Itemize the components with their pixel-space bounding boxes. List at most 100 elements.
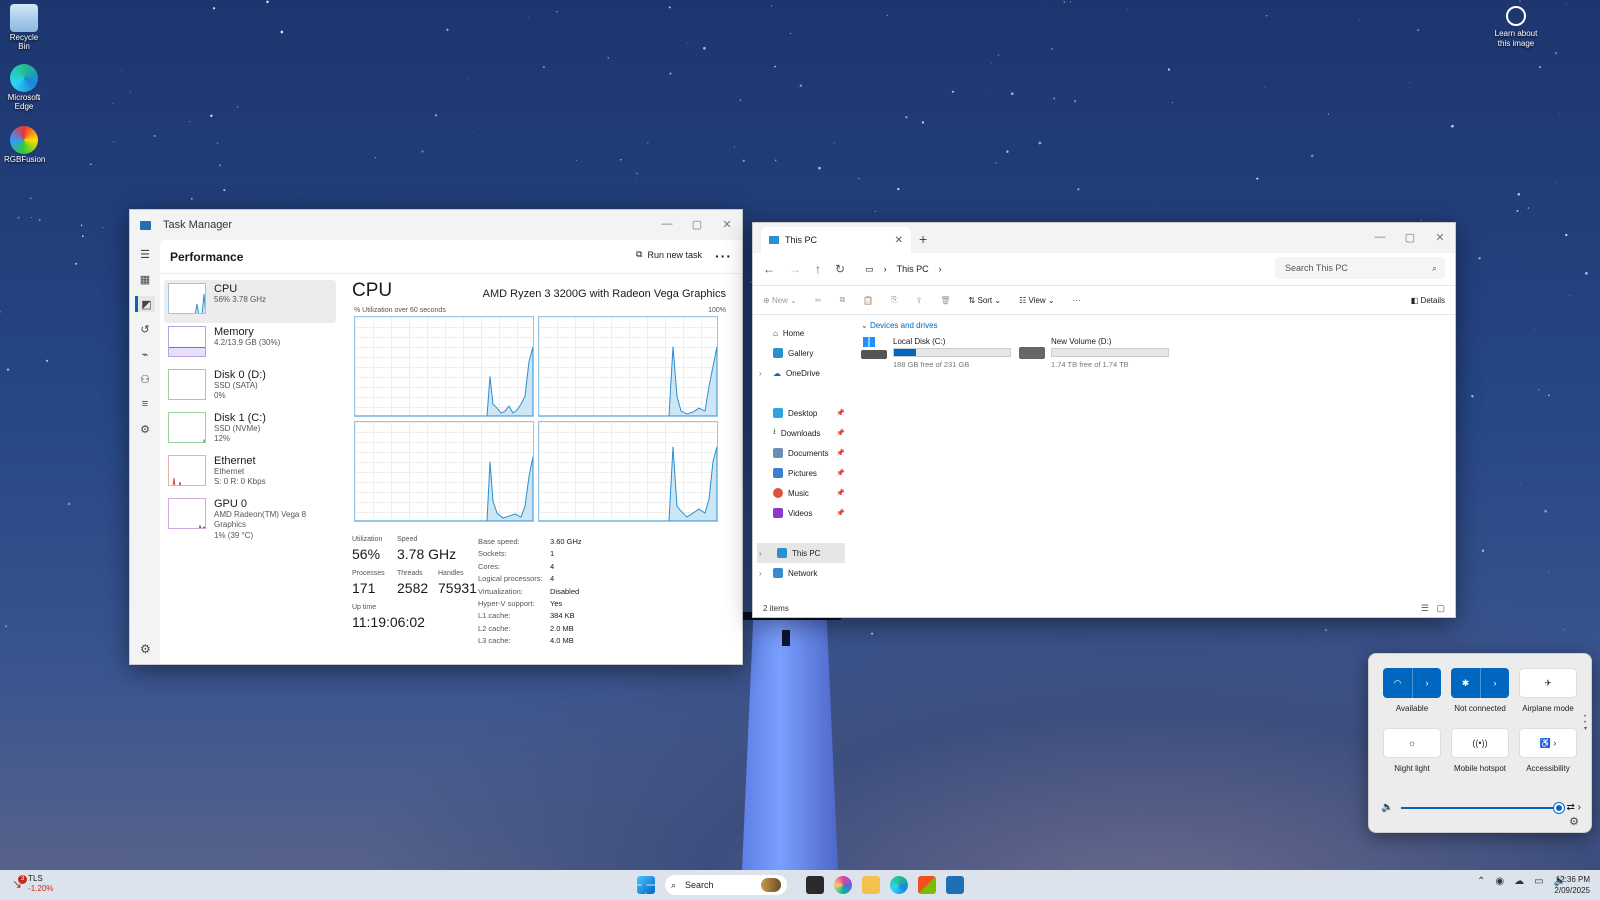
edge-desktop-icon[interactable]: Microsoft Edge xyxy=(4,64,44,112)
nav-item-documents[interactable]: Documents 📌 xyxy=(753,443,849,463)
sort-button[interactable]: ⇅ Sort ⌄ xyxy=(969,296,1002,305)
back-icon[interactable]: ← xyxy=(763,262,775,276)
volume-slider[interactable] xyxy=(1401,802,1564,813)
rgb-app-tray-icon[interactable]: ◉ xyxy=(1495,876,1504,887)
chevron-right-icon[interactable]: › xyxy=(1480,668,1509,698)
rename-icon[interactable]: ⎘ xyxy=(891,295,897,305)
nav-item-this-pc[interactable]: › This PC xyxy=(757,543,845,563)
pin-icon[interactable]: 📌 xyxy=(836,509,845,517)
onedrive-tray-icon[interactable]: ☁ xyxy=(1514,876,1524,887)
view-button[interactable]: ☷ View ⌄ xyxy=(1019,296,1055,305)
address-bar[interactable]: ▭ › This PC › xyxy=(865,264,1235,275)
app-history-icon[interactable]: ↺ xyxy=(135,321,155,337)
processes-icon[interactable]: ▦ xyxy=(135,271,155,287)
start-button[interactable] xyxy=(637,876,655,894)
minimize-button[interactable]: — xyxy=(1365,223,1395,251)
accessibility-tile[interactable]: ♿ › xyxy=(1519,728,1577,758)
maximize-button[interactable]: ▢ xyxy=(1395,223,1425,251)
recycle-bin-desktop-icon[interactable]: Recycle Bin xyxy=(4,4,44,52)
expand-chevron-icon[interactable]: › xyxy=(759,369,762,378)
chevron-right-icon[interactable]: › xyxy=(1412,668,1441,698)
drive-d[interactable]: New Volume (D:) 1.74 TB free of 1.74 TB xyxy=(1019,337,1169,369)
tab-this-pc[interactable]: This PC ✕ xyxy=(761,227,911,253)
section-header[interactable]: ⌄ Devices and drives xyxy=(861,321,1447,330)
resource-cpu[interactable]: CPU 56% 3.78 GHz xyxy=(164,280,336,323)
wifi-tile[interactable]: ◠ › xyxy=(1383,668,1441,698)
pin-icon[interactable]: 📌 xyxy=(836,469,845,477)
expand-chevron-icon[interactable]: › xyxy=(759,569,762,578)
pin-icon[interactable]: 📌 xyxy=(836,489,845,497)
pin-icon[interactable]: 📌 xyxy=(836,449,845,457)
resource-disk1[interactable]: Disk 1 (C:) SSD (NVMe) 12% xyxy=(164,409,336,452)
tiles-view-icon[interactable]: ▢ xyxy=(1436,603,1445,614)
new-tab-icon[interactable]: + xyxy=(919,231,927,247)
store-icon[interactable] xyxy=(918,876,936,894)
minimize-button[interactable]: — xyxy=(652,210,682,238)
mobile-hotspot-tile[interactable]: ((•)) xyxy=(1451,728,1509,758)
resource-memory[interactable]: Memory 4.2/13.9 GB (30%) xyxy=(164,323,336,366)
list-view-icon[interactable]: ☰ xyxy=(1421,603,1429,614)
close-tab-icon[interactable]: ✕ xyxy=(895,235,903,246)
hamburger-icon[interactable]: ☰ xyxy=(135,246,155,262)
stock-widget[interactable]: ↘ 3 TLS -1.20% xyxy=(12,874,53,894)
drive-c[interactable]: Local Disk (C:) 188 GB free of 231 GB xyxy=(861,337,1011,369)
taskbar-search[interactable]: ⌕ Search xyxy=(665,875,787,895)
network-tray-icon[interactable]: ▭ xyxy=(1534,876,1543,887)
bluetooth-icon[interactable]: ✱ xyxy=(1451,668,1480,698)
pin-icon[interactable]: 📌 xyxy=(836,429,845,437)
breadcrumb[interactable]: This PC xyxy=(897,264,929,274)
details-icon[interactable]: ≡ xyxy=(135,396,155,412)
copy-icon[interactable]: ⧉ xyxy=(840,295,846,305)
nav-item-desktop[interactable]: Desktop 📌 xyxy=(753,403,849,423)
startup-apps-icon[interactable]: ⌁ xyxy=(135,346,155,362)
run-new-task-button[interactable]: ⧉ Run new task xyxy=(636,249,702,260)
close-button[interactable]: ✕ xyxy=(1425,223,1455,251)
nav-item-onedrive[interactable]: › ☁ OneDrive xyxy=(753,363,849,383)
nav-item-videos[interactable]: Videos 📌 xyxy=(753,503,849,523)
forward-icon[interactable]: → xyxy=(789,262,801,276)
airplane-mode-tile[interactable]: ✈ xyxy=(1519,668,1577,698)
night-light-tile[interactable]: ☼ xyxy=(1383,728,1441,758)
resource-disk0[interactable]: Disk 0 (D:) SSD (SATA) 0% xyxy=(164,366,336,409)
settings-gear-icon[interactable]: ⚙ xyxy=(1569,815,1579,828)
bluetooth-tile[interactable]: ✱ › xyxy=(1451,668,1509,698)
task-manager-taskbar-icon[interactable] xyxy=(946,876,964,894)
refresh-icon[interactable]: ↻ xyxy=(835,262,845,276)
volume-slider-thumb[interactable] xyxy=(1553,802,1564,813)
audio-output-icon[interactable]: ⇄ › xyxy=(1567,802,1582,813)
up-icon[interactable]: ↑ xyxy=(815,262,821,276)
search-input[interactable]: Search This PC ⌕ xyxy=(1275,257,1445,279)
share-icon[interactable]: ⇪ xyxy=(916,296,923,305)
services-icon[interactable]: ⚙ xyxy=(135,421,155,437)
page-dots[interactable]: • • ▾ xyxy=(1584,714,1587,732)
close-button[interactable]: ✕ xyxy=(712,210,742,238)
resource-gpu[interactable]: GPU 0 AMD Radeon(TM) Vega 8 Graphics 1% (3… xyxy=(164,495,336,540)
learn-about-image[interactable]: Learn about this image xyxy=(1488,6,1544,48)
task-view-icon[interactable] xyxy=(806,876,824,894)
more-options-icon[interactable]: ··· xyxy=(715,248,732,264)
cut-icon[interactable]: ✂ xyxy=(815,296,822,305)
nav-item-home[interactable]: ⌂ Home xyxy=(753,323,849,343)
performance-icon[interactable]: ◩ xyxy=(135,296,155,312)
new-button[interactable]: ⊕ New ⌄ xyxy=(763,296,797,305)
details-button[interactable]: ◧ Details xyxy=(1411,296,1445,305)
delete-icon[interactable]: 🗑 xyxy=(940,296,950,305)
settings-gear-icon[interactable]: ⚙ xyxy=(140,642,151,656)
speaker-icon[interactable]: 🔈 xyxy=(1381,802,1393,813)
clock[interactable]: 12:36 PM 2/09/2025 xyxy=(1554,874,1590,896)
copilot-icon[interactable] xyxy=(834,876,852,894)
expand-chevron-icon[interactable]: › xyxy=(759,549,762,558)
nav-item-downloads[interactable]: ⭳ Downloads 📌 xyxy=(753,423,849,443)
nav-item-music[interactable]: Music 📌 xyxy=(753,483,849,503)
users-icon[interactable]: ⚇ xyxy=(135,371,155,387)
nav-item-pictures[interactable]: Pictures 📌 xyxy=(753,463,849,483)
show-hidden-icons-icon[interactable]: ⌃ xyxy=(1477,876,1485,887)
nav-item-gallery[interactable]: Gallery xyxy=(753,343,849,363)
resource-ethernet[interactable]: Ethernet Ethernet S: 0 R: 0 Kbps xyxy=(164,452,336,495)
file-explorer-taskbar-icon[interactable] xyxy=(862,876,880,894)
edge-taskbar-icon[interactable] xyxy=(890,876,908,894)
nav-item-network[interactable]: › Network xyxy=(753,563,849,583)
wifi-icon[interactable]: ◠ xyxy=(1383,668,1412,698)
pin-icon[interactable]: 📌 xyxy=(836,409,845,417)
more-options-icon[interactable]: ··· xyxy=(1073,296,1081,305)
